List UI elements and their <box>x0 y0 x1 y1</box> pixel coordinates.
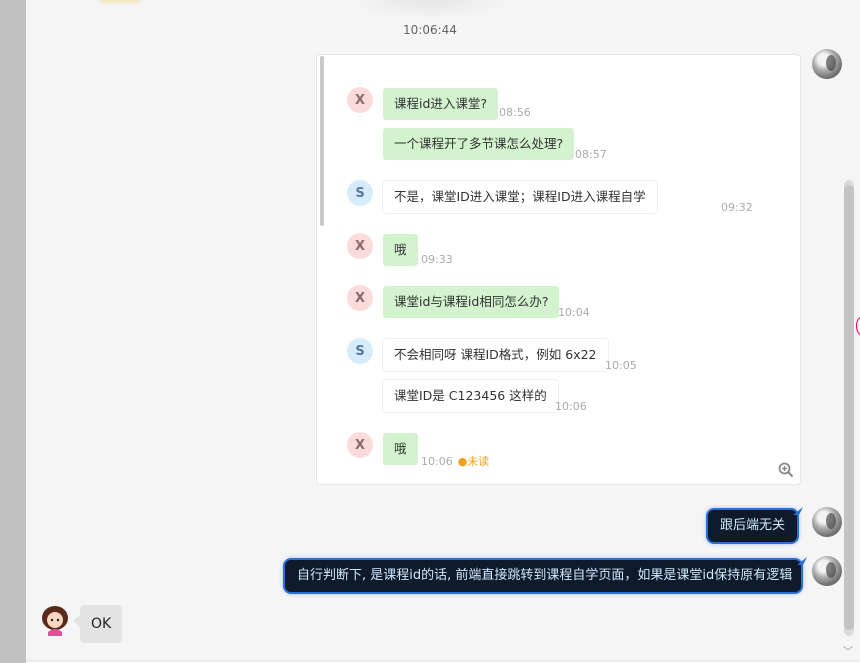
chat-record-card[interactable]: X 课程id进入课堂? 08:56 一个课程开了多节课怎么处理? 08:57 S 不是，课堂… <box>316 54 801 485</box>
divider <box>26 660 860 661</box>
record-time-text: 08:56 <box>499 106 531 119</box>
record-avatar: X <box>347 87 373 113</box>
record-avatar: X <box>347 432 373 458</box>
record-avatar: X <box>347 285 373 311</box>
record-scrollbar[interactable] <box>320 56 324 226</box>
unread-badge: ●未读 <box>457 455 490 468</box>
record-message-time: 10:06 <box>555 400 587 413</box>
record-message-time: 08:57 <box>575 148 607 161</box>
record-time-text: 10:06 <box>555 400 587 413</box>
scrollbar-thumb[interactable] <box>844 185 854 630</box>
record-time-text: 08:57 <box>575 148 607 161</box>
record-message-bubble: 哦 <box>383 433 418 465</box>
record-message-bubble: 课程id进入课堂? <box>383 88 499 120</box>
decoration <box>100 0 140 6</box>
decoration <box>856 317 860 335</box>
avatar[interactable] <box>812 49 842 79</box>
record-message-bubble: 一个课程开了多节课怎么处理? <box>383 128 575 160</box>
record-time-text: 10:06 <box>421 455 453 468</box>
zoom-in-icon[interactable] <box>778 462 794 478</box>
avatar[interactable] <box>812 507 842 537</box>
record-message-bubble: 课堂id与课程id相同怎么办? <box>383 286 560 318</box>
record-time-text: 10:04 <box>558 306 590 319</box>
record-message-time: 09:32 <box>721 201 753 214</box>
record-message-time: 09:33 <box>421 253 453 266</box>
message-timestamp: 10:06:44 <box>403 23 457 37</box>
sent-message-bubble[interactable]: 跟后端无关 <box>708 510 798 542</box>
record-time-text: 09:33 <box>421 253 453 266</box>
record-avatar: S <box>347 338 373 364</box>
avatar[interactable] <box>40 604 70 636</box>
record-message-bubble: 哦 <box>383 234 418 266</box>
sent-message-bubble[interactable]: 自行判断下, 是课程id的话, 前端直接跳转到课程自学页面，如果是课堂id保持原… <box>285 560 801 592</box>
record-message-bubble: 课堂ID是 C123456 这样的 <box>383 380 558 412</box>
bubble-tail <box>73 615 80 627</box>
record-message-time: 08:56 <box>499 106 531 119</box>
record-message-time: 10:06 ●未读 <box>421 453 489 469</box>
record-message-bubble: 不是，课堂ID进入课堂；课程ID进入课程自学 <box>383 181 657 213</box>
record-message-time: 10:05 <box>605 359 637 372</box>
chevron-down-icon[interactable]: ﹀ <box>843 648 855 658</box>
record-time-text: 10:05 <box>605 359 637 372</box>
record-avatar: X <box>347 233 373 259</box>
left-strip <box>0 0 26 663</box>
record-message-time: 10:04 <box>558 306 590 319</box>
record-time-text: 09:32 <box>721 201 753 214</box>
decoration <box>350 0 510 20</box>
record-message-bubble: 不会相同呀 课程ID格式，例如 6x22 <box>383 339 608 371</box>
avatar[interactable] <box>812 556 842 586</box>
record-avatar: S <box>347 180 373 206</box>
received-message-bubble[interactable]: OK <box>80 605 123 643</box>
